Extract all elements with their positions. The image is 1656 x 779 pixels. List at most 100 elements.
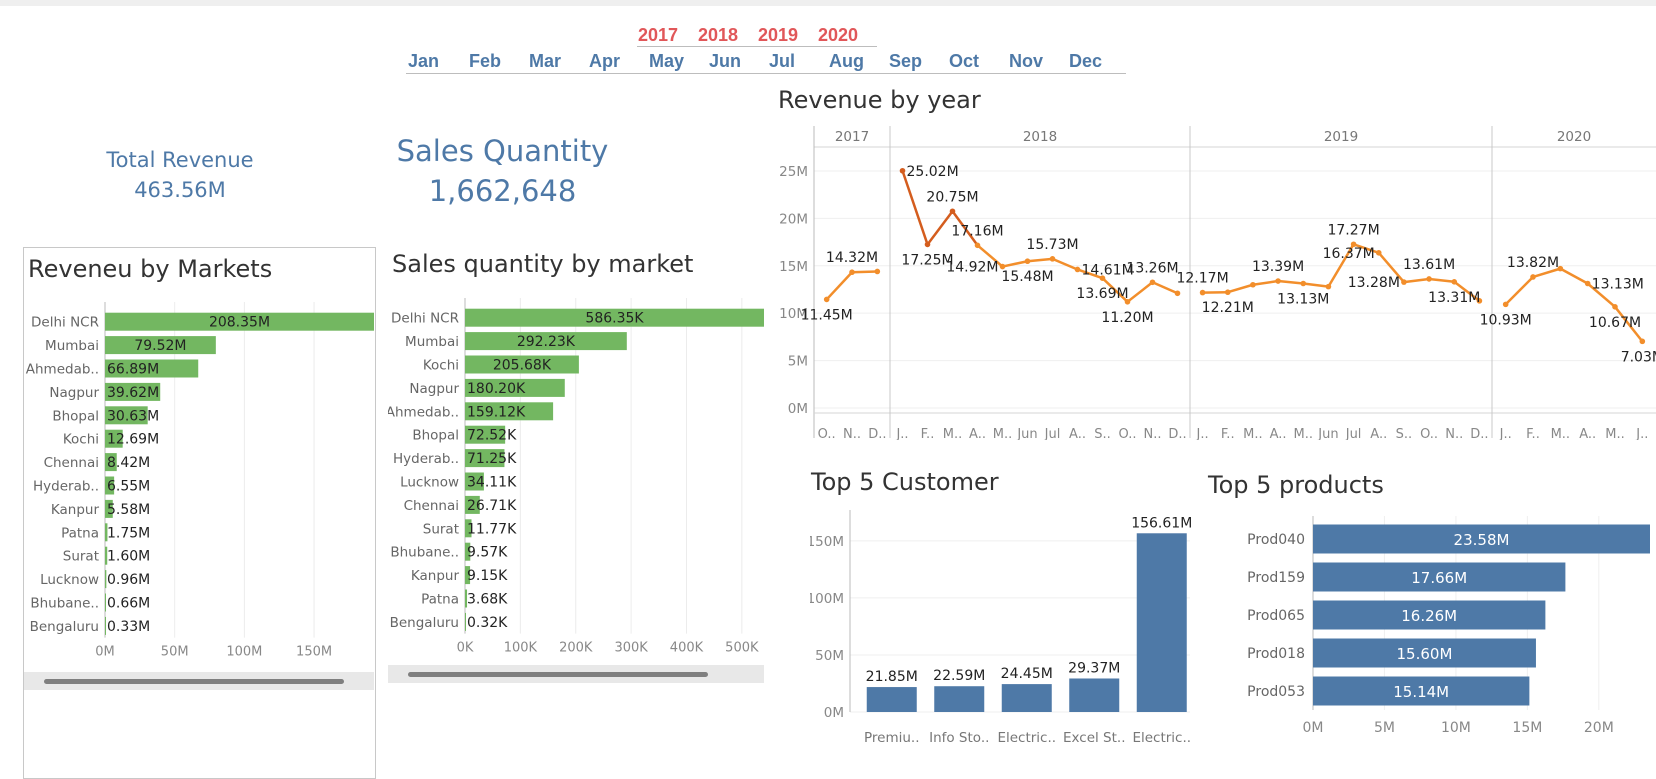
category-label: Prod065 — [1247, 608, 1305, 624]
data-label: 0.33M — [107, 619, 150, 635]
markets-scrollbar-thumb[interactable] — [44, 679, 344, 684]
month-filter-nov[interactable]: Nov — [1009, 51, 1043, 72]
category-label: Kochi — [63, 432, 99, 448]
data-label: 13.39M — [1252, 259, 1304, 275]
data-label: 13.13M — [1592, 277, 1644, 293]
data-label: 0.66M — [107, 596, 150, 612]
data-label: 11.77K — [467, 521, 517, 537]
year-filter-2018[interactable]: 2018 — [698, 25, 738, 46]
x-tick-label: D.. — [1168, 427, 1186, 440]
month-filter-dec[interactable]: Dec — [1069, 51, 1102, 72]
data-point — [1426, 276, 1432, 282]
series-line-segment — [1053, 259, 1078, 270]
category-label: Excel St.. — [1063, 730, 1126, 746]
y-tick-label: 0M — [824, 705, 844, 721]
quantity-scrollbar-thumb[interactable] — [408, 672, 708, 677]
revenue-year-title: Revenue by year — [778, 86, 981, 114]
data-label: 24.45M — [1001, 666, 1053, 682]
series-line-segment — [1404, 279, 1429, 282]
data-point — [1025, 258, 1031, 264]
series-line-segment — [1429, 279, 1454, 282]
data-point — [975, 242, 981, 248]
x-tick-label: 5M — [1374, 720, 1395, 736]
bar — [105, 617, 106, 635]
quantity-bar-chart: 0K100K200K300K400K500KDelhi NCR586.35KMu… — [388, 290, 764, 675]
x-tick-label: 200K — [559, 641, 593, 656]
x-tick-label: Jun — [1016, 427, 1037, 440]
month-filter-may[interactable]: May — [649, 51, 684, 72]
bar — [934, 686, 984, 712]
x-tick-label: D.. — [1470, 427, 1488, 440]
category-label: Electric.. — [997, 730, 1056, 746]
data-label: 5.58M — [107, 502, 150, 518]
data-point — [1326, 284, 1332, 290]
x-tick-label: S.. — [1094, 427, 1111, 440]
x-tick-label: 500K — [725, 641, 759, 656]
top-products-bar-chart: 0M5M10M15M20MProd04023.58MProd15917.66MP… — [1210, 510, 1656, 750]
category-label: Prod018 — [1247, 646, 1305, 662]
year-filter-2019[interactable]: 2019 — [758, 25, 798, 46]
month-filter-sep[interactable]: Sep — [889, 51, 922, 72]
category-label: Nagpur — [409, 381, 459, 397]
category-label: Mumbai — [405, 334, 459, 350]
x-tick-label: 0M — [1303, 720, 1324, 736]
markets-scrollbar[interactable] — [24, 672, 374, 690]
data-label: 14.32M — [826, 250, 878, 266]
month-filter-apr[interactable]: Apr — [589, 51, 620, 72]
month-filter-aug[interactable]: Aug — [829, 51, 864, 72]
data-label: 13.26M — [1126, 260, 1178, 276]
data-label: 17.66M — [1411, 569, 1467, 587]
series-line-segment — [1303, 284, 1328, 287]
year-filter-2020[interactable]: 2020 — [818, 25, 858, 46]
x-tick-label: M.. — [1605, 427, 1624, 440]
category-label: Delhi NCR — [391, 311, 459, 327]
data-label: 13.69M — [1076, 286, 1128, 302]
series-line-segment — [903, 171, 928, 245]
y-tick-label: 50M — [815, 648, 844, 664]
data-label: 180.20K — [467, 381, 526, 397]
month-filter-jan[interactable]: Jan — [408, 51, 439, 72]
y-tick-label: 15M — [779, 259, 808, 275]
series-line-segment — [928, 211, 953, 244]
y-tick-label: 25M — [779, 164, 808, 180]
x-tick-label: J.. — [895, 427, 908, 440]
x-tick-label: 0M — [95, 645, 115, 660]
customers-chart-title: Top 5 Customer — [811, 468, 999, 496]
x-tick-label: J.. — [1196, 427, 1209, 440]
x-tick-label: M.. — [993, 427, 1012, 440]
series-line-segment — [1153, 282, 1178, 293]
data-point — [1275, 278, 1281, 284]
x-tick-label: A.. — [1069, 427, 1086, 440]
category-label: Bhopal — [412, 428, 459, 444]
data-label: 13.82M — [1507, 255, 1559, 271]
data-label: 79.52M — [134, 338, 186, 354]
category-label: Kanpur — [411, 568, 460, 584]
quantity-scrollbar[interactable] — [388, 665, 764, 683]
series-line-segment — [1028, 259, 1053, 261]
series-line-segment — [1278, 281, 1303, 283]
data-point — [1050, 256, 1056, 262]
x-tick-label: A.. — [969, 427, 986, 440]
data-point — [1200, 290, 1206, 296]
panel-year-header: 2018 — [1023, 129, 1057, 145]
data-label: 14.92M — [946, 260, 998, 276]
year-filter-2017[interactable]: 2017 — [638, 25, 678, 46]
month-filter-oct[interactable]: Oct — [949, 51, 979, 72]
x-tick-label: Jul — [1345, 427, 1362, 440]
month-filter-feb[interactable]: Feb — [469, 51, 501, 72]
month-filter-jun[interactable]: Jun — [709, 51, 741, 72]
series-line-segment — [1128, 282, 1153, 302]
data-label: 13.28M — [1348, 275, 1400, 291]
data-label: 208.35M — [209, 315, 270, 331]
category-label: Bengaluru — [30, 619, 99, 635]
data-label: 6.55M — [107, 479, 150, 495]
data-label: 9.57K — [467, 545, 508, 561]
data-point — [1175, 290, 1181, 296]
y-tick-label: 20M — [779, 211, 808, 227]
data-label: 25.02M — [907, 164, 959, 180]
month-filter-mar[interactable]: Mar — [529, 51, 561, 72]
series-line-segment — [1560, 269, 1587, 284]
month-filter-jul[interactable]: Jul — [769, 51, 795, 72]
category-label: Surat — [63, 549, 99, 565]
category-label: Bhubane.. — [390, 545, 459, 561]
